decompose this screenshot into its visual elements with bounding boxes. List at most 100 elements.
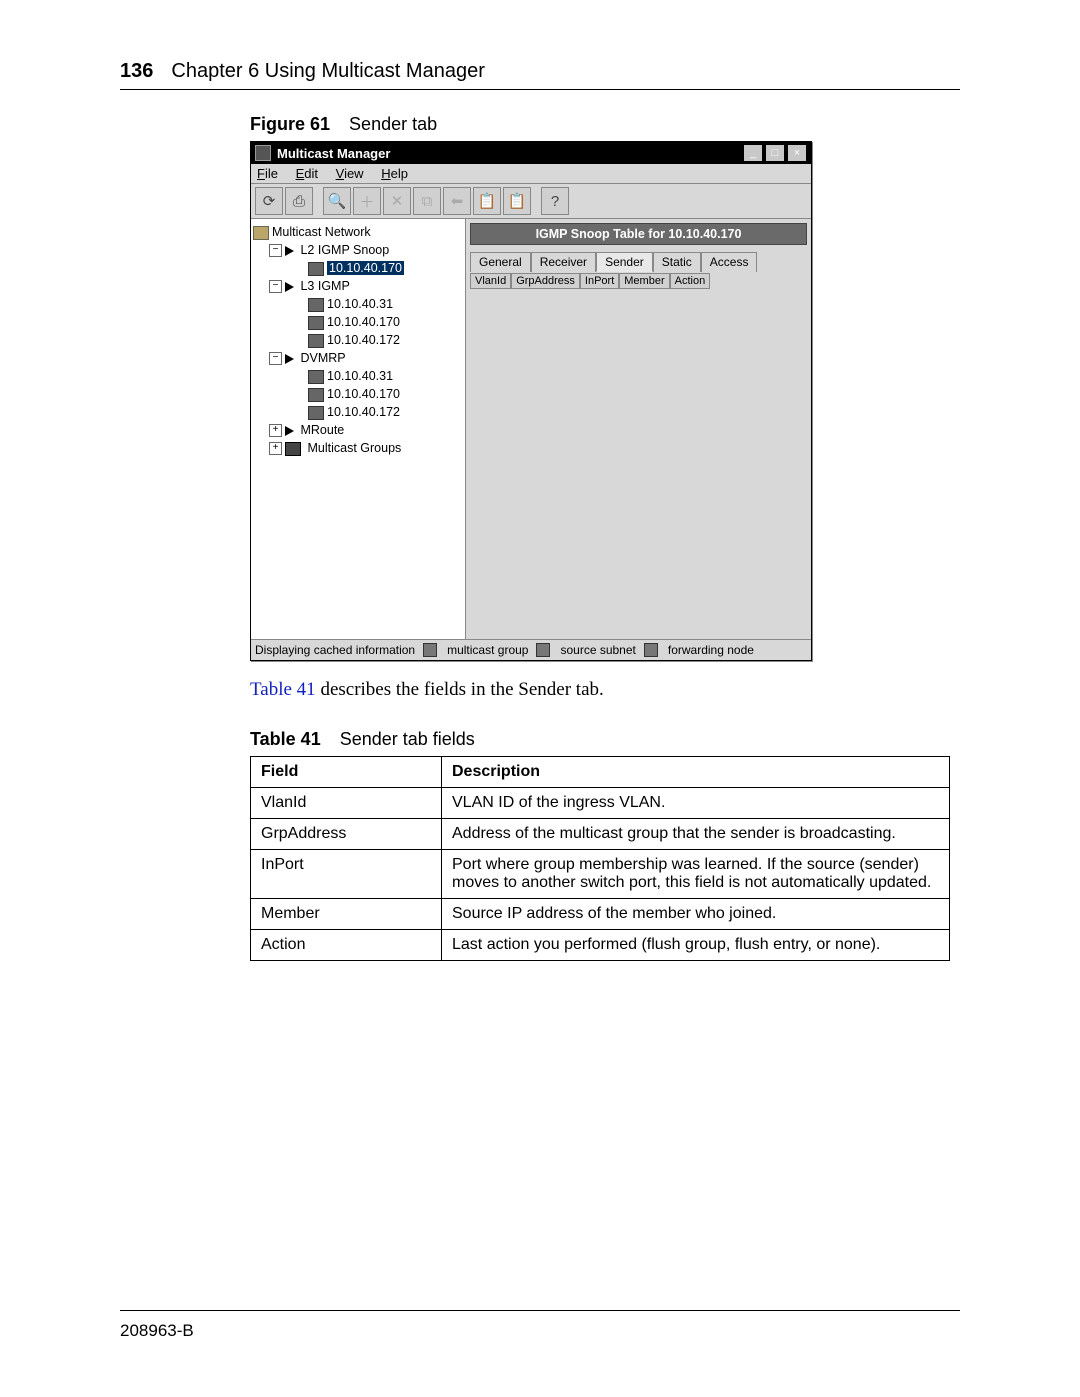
legend-node: forwarding node: [668, 643, 754, 657]
menu-help[interactable]: Help: [381, 166, 408, 181]
delete-icon[interactable]: ✕: [383, 187, 411, 215]
tree-pane[interactable]: Multicast Network − L2 IGMP Snoop 10.10.…: [251, 219, 466, 639]
tree-leaf-l3-1[interactable]: 10.10.40.31: [253, 295, 463, 313]
menu-view[interactable]: View: [336, 166, 364, 181]
tabs: General Receiver Sender Static Access: [470, 251, 807, 271]
tree-leaf-l3-2[interactable]: 10.10.40.170: [253, 313, 463, 331]
cell-desc: Source IP address of the member who join…: [442, 899, 950, 930]
cell-desc: VLAN ID of the ingress VLAN.: [442, 788, 950, 819]
cell-field: InPort: [251, 850, 442, 899]
cell-field: Member: [251, 899, 442, 930]
cell-desc: Last action you performed (flush group, …: [442, 930, 950, 961]
table-label: Table 41: [250, 729, 321, 749]
tree-root[interactable]: Multicast Network: [253, 223, 463, 241]
legend-multicast: multicast group: [447, 643, 528, 657]
table-row: MemberSource IP address of the member wh…: [251, 899, 950, 930]
figure-caption: Figure 61 Sender tab: [250, 114, 960, 135]
cell-desc: Address of the multicast group that the …: [442, 819, 950, 850]
folder-icon: [253, 226, 269, 240]
chapter-title: Chapter 6 Using Multicast Manager: [171, 60, 484, 83]
maximize-button[interactable]: □: [765, 144, 785, 162]
tab-access[interactable]: Access: [701, 252, 758, 272]
figure-label: Figure 61: [250, 114, 330, 134]
table-row: VlanIdVLAN ID of the ingress VLAN.: [251, 788, 950, 819]
figure-caption-text: Sender tab: [349, 114, 437, 134]
tree-leaf-l2-1[interactable]: 10.10.40.170: [253, 259, 463, 277]
table-row: InPortPort where group membership was le…: [251, 850, 950, 899]
tab-receiver[interactable]: Receiver: [531, 252, 596, 272]
arrow-icon: [285, 426, 294, 436]
minimize-button[interactable]: _: [743, 144, 763, 162]
detail-pane: IGMP Snoop Table for 10.10.40.170 Genera…: [466, 219, 811, 639]
menu-file[interactable]: FFileile: [257, 166, 278, 181]
panel-title: IGMP Snoop Table for 10.10.40.170: [470, 223, 807, 245]
expand-icon[interactable]: +: [269, 424, 282, 437]
paste2-icon[interactable]: 📋: [503, 187, 531, 215]
collapse-icon[interactable]: −: [269, 280, 282, 293]
tree-leaf-dv-2[interactable]: 10.10.40.170: [253, 385, 463, 403]
device-icon: [308, 334, 324, 348]
device-icon: [308, 316, 324, 330]
tab-general[interactable]: General: [470, 252, 531, 272]
tree-leaf-dv-1[interactable]: 10.10.40.31: [253, 367, 463, 385]
document-id: 208963-B: [120, 1321, 194, 1341]
status-bar: Displaying cached information multicast …: [251, 639, 811, 660]
title-bar[interactable]: Multicast Manager _ □ ×: [251, 142, 811, 164]
help-icon[interactable]: ?: [541, 187, 569, 215]
running-header: 136 Chapter 6 Using Multicast Manager: [120, 60, 960, 90]
menu-bar: FFileile Edit View Help: [251, 164, 811, 184]
legend-icon: [644, 643, 658, 657]
legend-icon: [536, 643, 550, 657]
status-message: Displaying cached information: [255, 643, 415, 657]
table-header-row: Field Description: [251, 757, 950, 788]
cell-field: Action: [251, 930, 442, 961]
col-inport[interactable]: InPort: [580, 273, 619, 289]
tree-leaf-l3-3[interactable]: 10.10.40.172: [253, 331, 463, 349]
col-action[interactable]: Action: [670, 273, 711, 289]
close-button[interactable]: ×: [787, 144, 807, 162]
col-member[interactable]: Member: [619, 273, 669, 289]
tree-node-mroute[interactable]: + MRoute: [253, 421, 463, 439]
app-icon: [255, 145, 271, 161]
table-xref[interactable]: Table 41: [250, 679, 316, 700]
th-desc: Description: [442, 757, 950, 788]
arrow-icon: [285, 282, 294, 292]
menu-edit[interactable]: Edit: [296, 166, 318, 181]
copy-icon[interactable]: ⧉: [413, 187, 441, 215]
paste-icon[interactable]: 📋: [473, 187, 501, 215]
th-field: Field: [251, 757, 442, 788]
col-vlanid[interactable]: VlanId: [470, 273, 511, 289]
cell-field: VlanId: [251, 788, 442, 819]
table-caption: Table 41 Sender tab fields: [250, 729, 960, 750]
work-area: Multicast Network − L2 IGMP Snoop 10.10.…: [251, 219, 811, 639]
group-icon: [285, 442, 301, 456]
collapse-icon[interactable]: −: [269, 352, 282, 365]
tree-node-l3[interactable]: − L3 IGMP: [253, 277, 463, 295]
zoom-icon[interactable]: 🔍: [323, 187, 351, 215]
footer-rule: [120, 1310, 960, 1311]
tree-leaf-dv-3[interactable]: 10.10.40.172: [253, 403, 463, 421]
tree-node-l2[interactable]: − L2 IGMP Snoop: [253, 241, 463, 259]
device-icon: [308, 298, 324, 312]
page-number: 136: [120, 60, 153, 83]
toolbar: ⟳ ⎙ 🔍 ＋ ✕ ⧉ ⬅ 📋 📋 ?: [251, 184, 811, 219]
tree-node-dvmrp[interactable]: − DVMRP: [253, 349, 463, 367]
add-icon[interactable]: ＋: [353, 187, 381, 215]
arrow-icon: [285, 354, 294, 364]
print-icon[interactable]: ⎙: [285, 187, 313, 215]
table-caption-text: Sender tab fields: [340, 729, 475, 749]
back-icon[interactable]: ⬅: [443, 187, 471, 215]
tab-static[interactable]: Static: [653, 252, 701, 272]
refresh-icon[interactable]: ⟳: [255, 187, 283, 215]
device-icon: [308, 262, 324, 276]
cell-desc: Port where group membership was learned.…: [442, 850, 950, 899]
expand-icon[interactable]: +: [269, 442, 282, 455]
tree-node-groups[interactable]: + Multicast Groups: [253, 439, 463, 457]
device-icon: [308, 370, 324, 384]
column-headers: VlanId GrpAddress InPort Member Action: [470, 273, 807, 289]
legend-icon: [423, 643, 437, 657]
tab-sender[interactable]: Sender: [596, 252, 653, 272]
collapse-icon[interactable]: −: [269, 244, 282, 257]
window-title: Multicast Manager: [277, 146, 741, 161]
col-grpaddr[interactable]: GrpAddress: [511, 273, 580, 289]
